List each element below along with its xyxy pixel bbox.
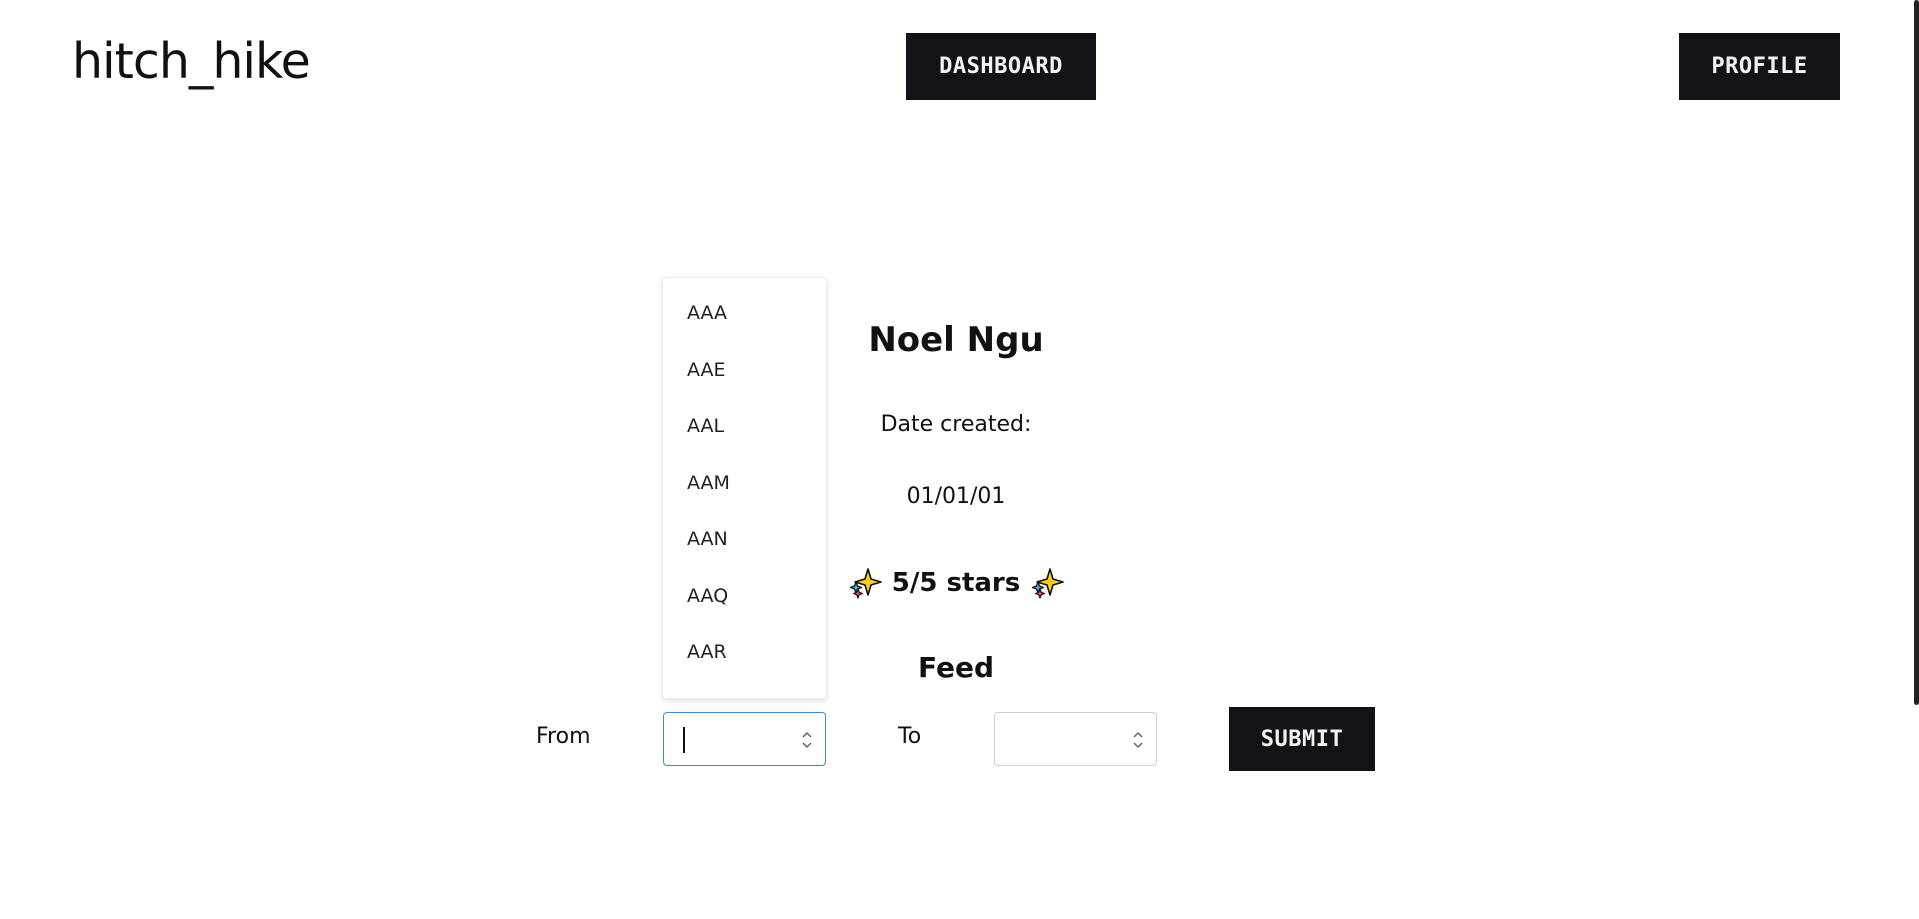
chevron-updown-icon: [1133, 731, 1143, 749]
text-cursor: [683, 727, 685, 753]
from-select[interactable]: [663, 712, 826, 766]
to-select[interactable]: [994, 712, 1157, 766]
date-created-value: 01/01/01: [906, 484, 1006, 509]
date-created-label: Date created:: [880, 412, 1032, 437]
dropdown-option[interactable]: AAN: [663, 524, 826, 581]
rating-text: 5/5 stars: [891, 568, 1021, 598]
dropdown-option[interactable]: AAM: [663, 468, 826, 525]
rating: 5/5 stars: [806, 563, 1106, 603]
feed-title: Feed: [917, 651, 994, 684]
from-dropdown-list: AAA AAE AAL AAM AAN AAQ AAR: [662, 277, 827, 699]
submit-button[interactable]: SUBMIT: [1229, 707, 1375, 771]
sparkles-icon: [849, 568, 882, 599]
dropdown-option[interactable]: AAL: [663, 411, 826, 468]
sparkles-icon: [1032, 568, 1065, 599]
dropdown-option[interactable]: AAR: [663, 637, 826, 694]
profile-name: Noel Ngu: [868, 320, 1044, 360]
app-logo[interactable]: hitch_hike: [72, 32, 311, 92]
dashboard-button[interactable]: DASHBOARD: [906, 33, 1096, 100]
dropdown-option[interactable]: AAQ: [663, 581, 826, 638]
dropdown-option[interactable]: AAA: [663, 298, 826, 355]
scrollbar-thumb[interactable]: [1914, 0, 1919, 705]
from-label: From: [536, 724, 591, 749]
to-label: To: [898, 724, 922, 749]
app-root: hitch_hike DASHBOARD PROFILE Noel Ngu Da…: [0, 0, 1919, 919]
profile-button[interactable]: PROFILE: [1679, 33, 1840, 100]
chevron-updown-icon: [802, 731, 812, 749]
dropdown-option[interactable]: AAE: [663, 355, 826, 412]
